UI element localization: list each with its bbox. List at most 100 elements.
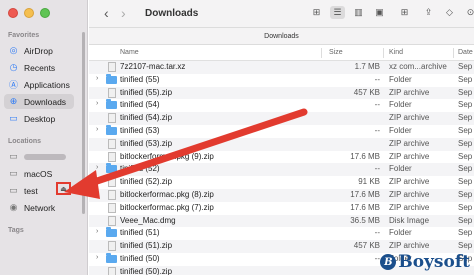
locations-heading: Locations [8, 138, 42, 145]
sidebar-item-airdrop[interactable]: ◎ AirDrop [4, 43, 74, 58]
file-date: Sep [458, 241, 473, 251]
sidebar-item-downloads[interactable]: ⊕ Downloads [4, 94, 74, 109]
file-name: 7z2107-mac.tar.xz [120, 62, 186, 71]
file-date: Sep [458, 164, 473, 174]
disk-icon: ▭ [9, 185, 18, 195]
sidebar-item-recents[interactable]: ◷ Recents [4, 60, 74, 75]
sidebar: Favorites ◎ AirDrop ◷ Recents Ⓐ Applications ⊕… [0, 0, 88, 275]
file-size: 17.6 MB [350, 151, 380, 161]
file-name: Veee_Mac.dmg [120, 215, 176, 225]
table-row[interactable]: bitlockerformac.pkg (7).zip 17.6 MB ZIP ar… [89, 202, 474, 215]
file-kind: ZIP archive [389, 241, 430, 251]
close-window-button[interactable] [8, 8, 18, 18]
share-icon[interactable]: ⇪ [421, 6, 436, 19]
sidebar-item-desktop[interactable]: ▭ Desktop [4, 111, 74, 126]
more-actions-icon[interactable]: ⊙ [463, 6, 474, 19]
column-date[interactable]: Date [458, 49, 473, 56]
file-name: tinified (54).zip [120, 113, 173, 123]
disclosure-chevron-icon[interactable]: › [96, 100, 98, 107]
file-size: -- [374, 253, 380, 263]
boysoft-logo-mark: B [380, 254, 397, 270]
sidebar-item-applications[interactable]: Ⓐ Applications [4, 77, 74, 92]
sidebar-item-device[interactable]: ▭ [4, 149, 74, 164]
disclosure-chevron-icon[interactable]: › [96, 126, 98, 133]
file-icon [108, 177, 116, 188]
table-row[interactable]: › tinified (53) -- Folder Sep [89, 124, 474, 138]
file-icon [108, 202, 116, 213]
sidebar-item-label: Downloads [24, 96, 67, 107]
file-size: 17.6 MB [350, 202, 380, 212]
zoom-window-button[interactable] [40, 8, 50, 18]
file-date: Sep [458, 177, 473, 187]
file-name: bitlockerformac.pkg (8).zip [120, 189, 214, 199]
column-name[interactable]: Name [120, 49, 139, 56]
group-icon[interactable]: ⊞ [397, 6, 412, 19]
file-kind: Disk Image [389, 215, 430, 225]
file-icon [108, 215, 116, 226]
forward-button[interactable]: › [121, 5, 126, 21]
sidebar-item-network[interactable]: ◉ Network [4, 200, 74, 215]
table-row[interactable]: bitlockerformac.pkg (9).zip 17.6 MB ZIP ar… [89, 151, 474, 164]
column-kind[interactable]: Kind [389, 49, 403, 56]
folder-icon [106, 163, 117, 174]
network-icon: ◉ [9, 202, 18, 212]
file-size: -- [374, 164, 380, 174]
sidebar-item-label: Recents [24, 62, 56, 73]
sidebar-item-label: test [24, 185, 38, 196]
path-bar: Downloads [89, 28, 474, 45]
file-kind: ZIP archive [389, 202, 430, 212]
column-size[interactable]: Size [329, 49, 343, 56]
file-kind: ZIP archive [389, 138, 430, 148]
file-name: bitlockerformac.pkg (9).zip [120, 151, 214, 161]
table-row[interactable]: Veee_Mac.dmg 36.5 MB Disk Image Sep [89, 214, 474, 228]
tag-icon[interactable]: ◇ [442, 6, 457, 19]
table-row[interactable]: tinified (54).zip ZIP archive Sep [89, 112, 474, 125]
file-kind: ZIP archive [389, 87, 430, 97]
table-row[interactable]: › tinified (54) -- Folder Sep [89, 99, 474, 112]
table-row[interactable]: › tinified (55) -- Folder Sep [89, 73, 474, 87]
table-row[interactable]: tinified (53).zip ZIP archive Sep [89, 137, 474, 151]
table-row[interactable]: › tinified (51) -- Folder Sep [89, 227, 474, 240]
file-kind: xz com...archive [389, 62, 447, 71]
disclosure-chevron-icon[interactable]: › [96, 228, 98, 235]
sidebar-scrollbar[interactable] [82, 32, 85, 214]
table-row[interactable]: 7z2107-mac.tar.xz 1.7 MB xz com...archive S… [89, 61, 474, 74]
file-kind: Folder [389, 228, 412, 238]
file-name: tinified (50).zip [120, 266, 173, 275]
window-controls [8, 8, 50, 18]
file-size: 36.5 MB [350, 215, 380, 225]
disclosure-chevron-icon[interactable]: › [96, 164, 98, 171]
disclosure-chevron-icon[interactable]: › [96, 254, 98, 261]
file-kind: Folder [389, 74, 412, 84]
column-view-icon[interactable]: ▥ [351, 6, 366, 19]
icon-view-icon[interactable]: ⊞ [309, 6, 324, 19]
file-size: 17.6 MB [350, 189, 380, 199]
table-row[interactable]: bitlockerformac.pkg (8).zip 17.6 MB ZIP ar… [89, 188, 474, 202]
applications-icon: Ⓐ [8, 80, 18, 90]
eject-icon[interactable]: ⏏ [56, 182, 71, 195]
file-icon [108, 241, 116, 252]
tags-heading: Tags [8, 227, 24, 234]
table-row[interactable]: tinified (52).zip 91 KB ZIP archive Sep [89, 176, 474, 189]
back-button[interactable]: ‹ [104, 5, 109, 21]
list-view-icon[interactable]: ☰ [330, 6, 345, 19]
sidebar-item-macos[interactable]: ▭ macOS [4, 166, 74, 181]
file-name: tinified (52) [120, 164, 160, 174]
table-row[interactable]: › tinified (52) -- Folder Sep [89, 163, 474, 177]
file-date: Sep [458, 62, 473, 71]
file-date: Sep [458, 113, 473, 123]
disclosure-chevron-icon[interactable]: › [96, 75, 98, 82]
file-date: Sep [458, 215, 473, 225]
file-icon [108, 87, 116, 98]
file-name: tinified (55) [120, 74, 160, 84]
folder-icon [106, 99, 117, 110]
folder-icon [106, 73, 117, 84]
table-row[interactable]: tinified (55).zip 457 KB ZIP archive Sep [89, 86, 474, 100]
file-date: Sep [458, 100, 473, 110]
file-icon [108, 113, 116, 124]
file-kind: Folder [389, 125, 412, 135]
file-kind: Folder [389, 164, 412, 174]
file-icon [108, 189, 116, 200]
minimize-window-button[interactable] [24, 8, 34, 18]
gallery-view-icon[interactable]: ▣ [372, 6, 387, 19]
